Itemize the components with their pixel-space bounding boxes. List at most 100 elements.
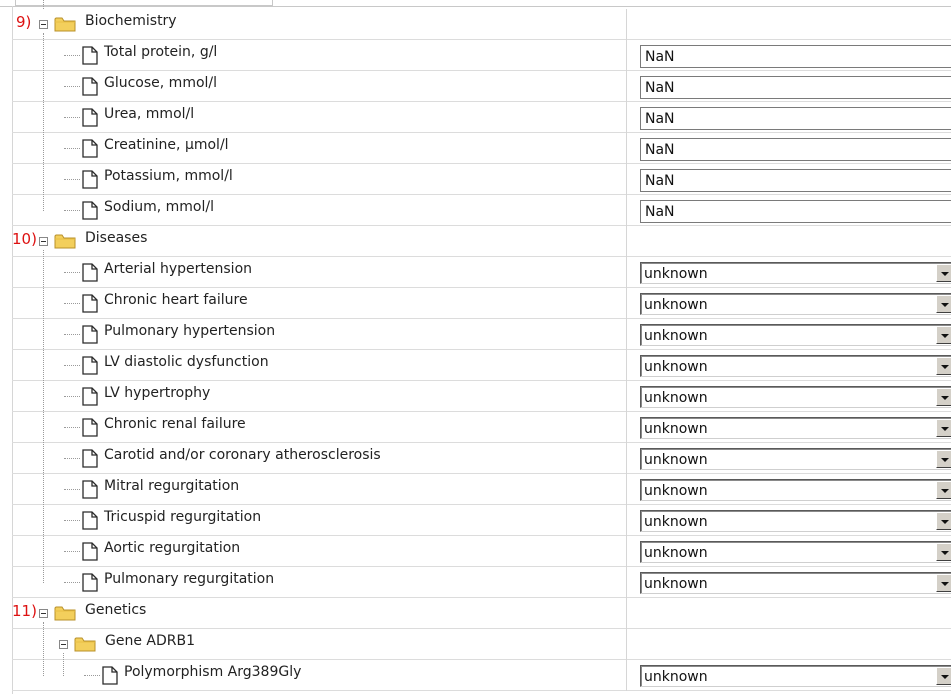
dropdown-arrow-icon[interactable] [936, 481, 951, 499]
dropdown-arrow-icon[interactable] [936, 574, 951, 592]
tree-connector [64, 458, 80, 459]
value-dropdown[interactable]: unknown [640, 417, 951, 439]
value-text-field[interactable]: NaN [640, 200, 951, 223]
group-label: Diseases [85, 230, 148, 246]
value-text-field[interactable]: NaN [640, 45, 951, 68]
document-icon [82, 573, 98, 592]
column-separator [626, 443, 627, 474]
group-label: Genetics [85, 602, 147, 618]
value-dropdown[interactable]: unknown [640, 386, 951, 408]
property-label: LV hypertrophy [104, 385, 211, 401]
document-icon [82, 201, 98, 220]
value-dropdown[interactable]: unknown [640, 293, 951, 315]
dropdown-arrow-icon[interactable] [936, 667, 951, 685]
column-separator [626, 257, 627, 288]
property-row: Aortic regurgitation unknown [12, 536, 951, 567]
value-dropdown[interactable]: unknown [640, 448, 951, 470]
column-separator [626, 350, 627, 381]
collapse-toggle-icon[interactable] [39, 237, 48, 246]
tree-connector [64, 117, 80, 118]
dropdown-selected-value: unknown [644, 297, 708, 313]
tree-connector [64, 396, 80, 397]
property-row: Chronic renal failure unknown [12, 412, 951, 443]
value-dropdown[interactable]: unknown [640, 262, 951, 284]
dropdown-arrow-icon[interactable] [936, 388, 951, 406]
dropdown-arrow-icon[interactable] [936, 543, 951, 561]
tree-vertical-connector [43, 0, 44, 9]
tree-connector [64, 303, 80, 304]
subgroup-header: Gene ADRB1 [12, 629, 951, 660]
group-label: Biochemistry [85, 13, 177, 29]
column-separator [626, 660, 627, 691]
column-separator [626, 9, 627, 40]
value-text-field[interactable]: NaN [640, 138, 951, 161]
property-row: LV diastolic dysfunction unknown [12, 350, 951, 381]
column-separator [626, 133, 627, 164]
document-icon [82, 449, 98, 468]
column-separator [626, 164, 627, 195]
value-dropdown[interactable]: unknown [640, 355, 951, 377]
collapse-toggle-icon[interactable] [39, 20, 48, 29]
value-text-field[interactable]: NaN [640, 169, 951, 192]
property-label: Chronic renal failure [104, 416, 246, 432]
dropdown-arrow-icon[interactable] [936, 512, 951, 530]
dropdown-arrow-icon[interactable] [936, 450, 951, 468]
property-label: Pulmonary regurgitation [104, 571, 275, 587]
value-dropdown[interactable]: unknown [640, 479, 951, 501]
folder-icon [54, 605, 76, 621]
column-separator [626, 288, 627, 319]
document-icon [82, 46, 98, 65]
tree-vertical-connector [43, 33, 44, 211]
column-separator [626, 629, 627, 660]
document-icon [82, 418, 98, 437]
value-dropdown[interactable]: unknown [640, 572, 951, 594]
column-separator [626, 102, 627, 133]
column-separator [626, 536, 627, 567]
collapse-toggle-icon[interactable] [59, 640, 68, 649]
value-text-field[interactable]: NaN [640, 107, 951, 130]
property-row: Mitral regurgitation unknown [12, 474, 951, 505]
property-row: Urea, mmol/l NaN [12, 102, 951, 133]
column-separator [626, 195, 627, 226]
dropdown-arrow-icon[interactable] [936, 326, 951, 344]
value-dropdown[interactable]: unknown [640, 324, 951, 346]
collapse-toggle-icon[interactable] [39, 609, 48, 618]
value-dropdown[interactable]: unknown [640, 541, 951, 563]
dropdown-selected-value: unknown [644, 421, 708, 437]
property-label: Carotid and/or coronary atherosclerosis [104, 447, 381, 463]
document-icon [82, 294, 98, 313]
tree-connector [64, 55, 80, 56]
dropdown-selected-value: unknown [644, 359, 708, 375]
dropdown-selected-value: unknown [644, 390, 708, 406]
section-header: 9) Biochemistry [12, 9, 951, 40]
header-tab[interactable] [15, 0, 273, 6]
tree-connector [64, 427, 80, 428]
value-dropdown[interactable]: unknown [640, 665, 951, 687]
column-separator [626, 567, 627, 598]
dropdown-arrow-icon[interactable] [936, 357, 951, 375]
property-row: Pulmonary regurgitation unknown [12, 567, 951, 598]
property-label: Mitral regurgitation [104, 478, 240, 494]
dropdown-arrow-icon[interactable] [936, 295, 951, 313]
folder-icon [74, 636, 96, 652]
document-icon [82, 263, 98, 282]
section-header: 11) Genetics [12, 598, 951, 629]
column-separator [626, 474, 627, 505]
property-row: LV hypertrophy unknown [12, 381, 951, 412]
dropdown-selected-value: unknown [644, 669, 708, 685]
dropdown-arrow-icon[interactable] [936, 264, 951, 282]
dropdown-arrow-icon[interactable] [936, 419, 951, 437]
property-row: Sodium, mmol/l NaN [12, 195, 951, 226]
dropdown-selected-value: unknown [644, 483, 708, 499]
dropdown-selected-value: unknown [644, 328, 708, 344]
document-icon [82, 542, 98, 561]
property-row: Tricuspid regurgitation unknown [12, 505, 951, 536]
document-icon [82, 77, 98, 96]
value-text-field[interactable]: NaN [640, 76, 951, 99]
tree-connector [64, 551, 80, 552]
property-tree: 9) Biochemistry Total protein, g/l NaN Gluco… [0, 0, 951, 694]
document-icon [82, 387, 98, 406]
property-row: Carotid and/or coronary atherosclerosis u… [12, 443, 951, 474]
value-dropdown[interactable]: unknown [640, 510, 951, 532]
property-label: Tricuspid regurgitation [104, 509, 262, 525]
